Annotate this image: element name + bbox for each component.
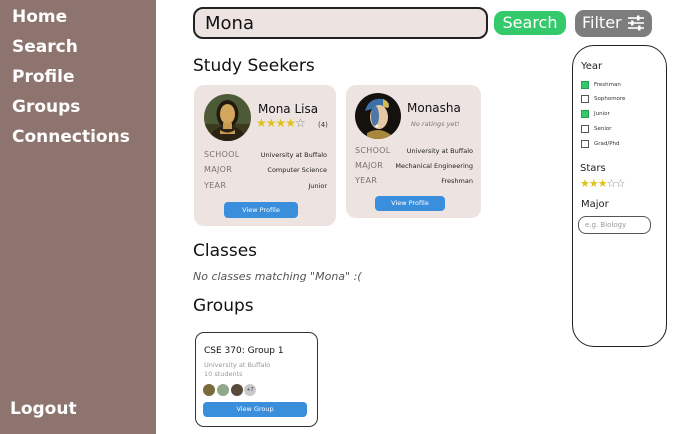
view-profile-button[interactable]: View Profile bbox=[224, 202, 298, 218]
avatar-mona-lisa bbox=[204, 94, 251, 141]
year-label: YEAR bbox=[355, 176, 378, 185]
person-card: Monasha No ratings yet! SCHOOL Universit… bbox=[346, 85, 481, 218]
search-input[interactable] bbox=[193, 7, 488, 39]
star-filled-icon[interactable]: ★ bbox=[580, 177, 590, 190]
stars-filter[interactable]: ★★★☆☆ bbox=[580, 177, 626, 190]
star-empty-icon: ☆ bbox=[295, 116, 306, 130]
checkbox-label: Senior bbox=[594, 126, 612, 132]
sidebar-item-profile[interactable]: Profile bbox=[12, 67, 74, 87]
logout-button[interactable]: Logout bbox=[10, 399, 77, 419]
sidebar-item-home[interactable]: Home bbox=[12, 7, 67, 27]
filter-button[interactable]: Filter bbox=[575, 10, 652, 37]
star-filled-icon[interactable]: ★ bbox=[598, 177, 608, 190]
star-filled-icon[interactable]: ★ bbox=[589, 177, 599, 190]
sidebar: Home Search Profile Groups Connections L… bbox=[0, 0, 156, 434]
avatar-monasha bbox=[355, 93, 401, 139]
sliders-icon bbox=[628, 15, 644, 31]
checkbox-label: Sophomore bbox=[594, 96, 626, 102]
group-school: University at Buffalo bbox=[204, 361, 271, 369]
no-ratings-text: No ratings yet! bbox=[411, 120, 460, 128]
major-label: MAJOR bbox=[355, 161, 384, 170]
person-name: Monasha bbox=[407, 101, 461, 115]
sidebar-item-search[interactable]: Search bbox=[12, 37, 78, 57]
search-button[interactable]: Search bbox=[494, 11, 566, 35]
school-value: University at Buffalo bbox=[260, 151, 327, 159]
school-label: SCHOOL bbox=[355, 146, 391, 155]
filter-button-label: Filter bbox=[582, 13, 622, 32]
sidebar-item-groups[interactable]: Groups bbox=[12, 97, 80, 117]
star-empty-icon[interactable]: ☆ bbox=[616, 177, 626, 190]
filter-panel: Year Freshman Sophomore Junior Senior Gr… bbox=[572, 45, 667, 347]
group-size: 10 students bbox=[204, 370, 243, 378]
group-title: CSE 370: Group 1 bbox=[204, 346, 284, 356]
star-filled-icon: ★ bbox=[285, 116, 296, 130]
classes-heading: Classes bbox=[193, 241, 258, 261]
classes-empty-message: No classes matching "Mona" :( bbox=[193, 270, 362, 283]
year-value: Junior bbox=[308, 182, 327, 190]
rating-count: (4) bbox=[318, 121, 328, 129]
stars-filter-heading: Stars bbox=[580, 163, 606, 174]
star-filled-icon: ★ bbox=[265, 116, 277, 130]
star-filled-icon: ★ bbox=[275, 116, 287, 130]
major-value: Mechanical Engineering bbox=[395, 162, 473, 170]
year-filter-heading: Year bbox=[581, 61, 603, 72]
member-avatar bbox=[203, 384, 215, 396]
group-card: CSE 370: Group 1 University at Buffalo 1… bbox=[195, 332, 318, 427]
school-value: University at Buffalo bbox=[406, 147, 473, 155]
study-seekers-heading: Study Seekers bbox=[193, 56, 315, 76]
checkbox-grad-phd[interactable] bbox=[581, 140, 589, 148]
view-profile-button[interactable]: View Profile bbox=[375, 196, 445, 211]
major-value: Computer Science bbox=[267, 166, 327, 174]
person-name: Mona Lisa bbox=[258, 102, 319, 116]
groups-heading: Groups bbox=[193, 296, 254, 316]
major-label: MAJOR bbox=[204, 165, 233, 174]
checkbox-label: Grad/Phd bbox=[594, 141, 620, 147]
checkbox-junior[interactable] bbox=[581, 110, 589, 118]
checkbox-freshman[interactable] bbox=[581, 81, 589, 89]
checkbox-label: Freshman bbox=[594, 82, 621, 88]
member-avatar bbox=[217, 384, 229, 396]
checkbox-sophomore[interactable] bbox=[581, 95, 589, 103]
rating-stars: ★★★★☆ bbox=[256, 116, 306, 130]
star-empty-icon[interactable]: ☆ bbox=[607, 177, 617, 190]
sidebar-item-connections[interactable]: Connections bbox=[12, 127, 130, 147]
major-filter-heading: Major bbox=[581, 199, 609, 210]
star-filled-icon: ★ bbox=[256, 116, 267, 130]
person-card: Mona Lisa ★★★★☆ (4) SCHOOL University at… bbox=[194, 85, 336, 226]
school-label: SCHOOL bbox=[204, 150, 240, 159]
more-members-badge: +7 bbox=[244, 384, 256, 396]
member-avatar bbox=[231, 384, 243, 396]
checkbox-senior[interactable] bbox=[581, 125, 589, 133]
checkbox-label: Junior bbox=[594, 111, 610, 117]
view-group-button[interactable]: View Group bbox=[203, 402, 307, 417]
year-label: YEAR bbox=[204, 181, 227, 190]
year-value: Freshman bbox=[441, 177, 473, 185]
major-filter-input[interactable] bbox=[578, 216, 651, 234]
